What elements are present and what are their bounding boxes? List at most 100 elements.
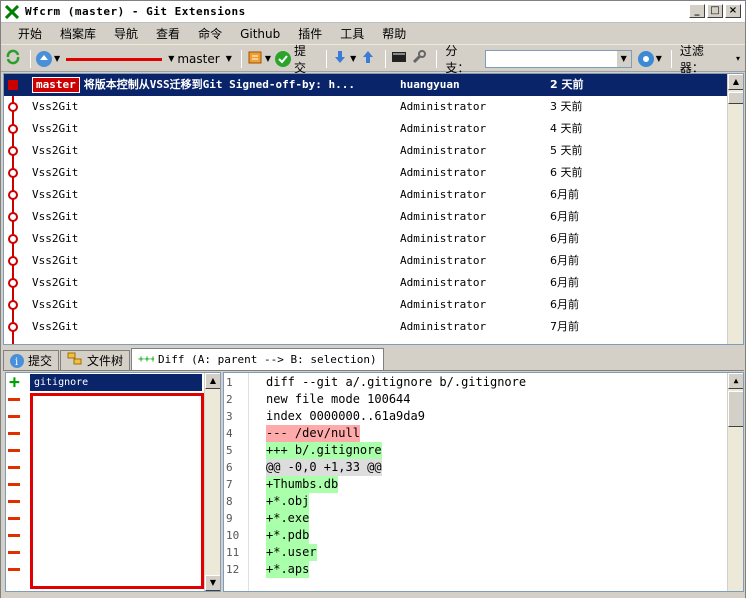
chevron-down-icon: ▼ [350, 54, 357, 63]
file-removed-icon [8, 449, 20, 452]
line-number: 8 [226, 495, 233, 508]
changed-files-list: + gitignore ▲ ▼ [5, 372, 221, 592]
line-number: 12 [226, 563, 240, 576]
push-button[interactable] [360, 48, 376, 70]
maximize-button[interactable]: □ [707, 4, 723, 18]
scroll-thumb[interactable] [728, 391, 743, 427]
commit-row[interactable]: Vss2Git Administrator 4 天前 [4, 118, 730, 140]
diff-line: 6 @@ -0,0 +1,33 @@ [224, 459, 727, 476]
tab-commit[interactable]: i 提交 [3, 350, 60, 370]
menu-start[interactable]: 开始 [9, 24, 51, 44]
commit-row[interactable]: Vss2Git Administrator 6月前 [4, 272, 730, 294]
commit-author: Administrator [400, 210, 487, 223]
file-removed-icon [8, 466, 20, 469]
git-extensions-logo-icon [4, 4, 20, 19]
commit-message-text: Vss2Git [32, 254, 79, 267]
commit-message: Vss2Git [32, 162, 78, 184]
commit-node [8, 124, 18, 134]
repo-switch-button[interactable]: ▼ [36, 48, 60, 70]
commit-message: Vss2Git [32, 294, 78, 316]
commit-message: Vss2Git [32, 184, 78, 206]
git-extensions-window: Wfcrm (master) - Git Extensions _ □ × 开始… [0, 0, 746, 598]
menu-bar: 开始 档案库 导航 查看 命令 Github 插件 工具 帮助 [1, 23, 745, 45]
commit-node [8, 168, 18, 178]
commit-message-text: Vss2Git [32, 298, 79, 311]
close-button[interactable]: × [725, 4, 741, 18]
commit-row[interactable]: Vss2Git Administrator 6月前 [4, 184, 730, 206]
window-title: Wfcrm (master) - Git Extensions [25, 5, 246, 18]
stash-button[interactable]: ▼ [247, 48, 271, 70]
commit-author: Administrator [400, 320, 487, 333]
toolbar-separator [385, 49, 387, 68]
file-tree-icon [67, 352, 83, 369]
tab-diff[interactable]: +++ Diff (A: parent --> B: selection) [131, 348, 384, 370]
commit-author: Administrator [400, 100, 487, 113]
scroll-up-button[interactable]: ▲ [728, 74, 743, 90]
info-icon: i [10, 353, 24, 368]
console-button[interactable] [391, 48, 407, 70]
detail-tabs: i 提交 文件树 +++ Diff (A: parent --> B: sele… [3, 348, 744, 371]
commit-node [8, 80, 18, 90]
menu-repository[interactable]: 档案库 [51, 24, 105, 44]
scroll-down-button[interactable]: ▼ [205, 575, 220, 591]
commit-author: Administrator [400, 166, 487, 179]
line-number: 3 [226, 410, 233, 423]
toolbar-separator [30, 49, 31, 68]
commit-grid-scrollbar[interactable]: ▲ [727, 74, 743, 344]
menu-plugins[interactable]: 插件 [289, 24, 331, 44]
commit-row[interactable]: Vss2Git Administrator 7月前 [4, 316, 730, 338]
file-row[interactable]: + gitignore [6, 374, 204, 392]
diff-line: 5 +++ b/.gitignore [224, 442, 727, 459]
branch-tag[interactable]: master [32, 77, 80, 93]
menu-view[interactable]: 查看 [147, 24, 189, 44]
file-list-scrollbar[interactable]: ▲ ▼ [204, 373, 220, 591]
line-number: 11 [226, 546, 240, 559]
scroll-thumb[interactable] [728, 92, 743, 104]
commit-button[interactable]: 提交 [275, 44, 317, 75]
commit-row[interactable]: master 将版本控制从VSS迁移到Git Signed-off-by: h..… [4, 74, 730, 96]
menu-tools[interactable]: 工具 [331, 24, 373, 44]
commit-message-text: Vss2Git [32, 166, 79, 179]
commit-row[interactable]: Vss2Git Administrator 6月前 [4, 294, 730, 316]
pull-button[interactable]: ▼ [332, 48, 356, 70]
diff-scrollbar[interactable]: ▲ [727, 373, 743, 591]
toolbar-overflow-button[interactable]: ▾ [730, 50, 745, 68]
commit-message: Vss2Git [32, 250, 78, 272]
menu-commands[interactable]: 命令 [189, 24, 231, 44]
line-number: 2 [226, 393, 233, 406]
commit-message-text: Vss2Git [32, 100, 79, 113]
redaction-box [30, 393, 204, 589]
commit-row[interactable]: Vss2Git Administrator 3 天前 [4, 96, 730, 118]
scroll-up-button[interactable]: ▲ [205, 373, 220, 389]
toolbar-separator [326, 49, 328, 68]
commit-date: 6 天前 [550, 166, 583, 179]
commit-row[interactable]: Vss2Git Administrator 5 天前 [4, 140, 730, 162]
menu-navigate[interactable]: 导航 [105, 24, 147, 44]
commit-row[interactable]: Vss2Git Administrator 6 天前 [4, 162, 730, 184]
refresh-button[interactable] [5, 48, 21, 70]
repo-path-redacted [64, 48, 163, 70]
commit-node [8, 212, 18, 222]
file-removed-icon [8, 483, 20, 486]
diff-line-text: +++ b/.gitignore [266, 442, 382, 459]
tab-file-tree[interactable]: 文件树 [60, 350, 131, 370]
filter-settings-button[interactable]: ▼ [637, 48, 662, 70]
branch-dropdown[interactable]: ▼ master ▼ [166, 48, 232, 70]
menu-help[interactable]: 帮助 [373, 24, 415, 44]
commit-date: 6月前 [550, 232, 579, 245]
commit-message: Vss2Git [32, 206, 78, 228]
menu-github[interactable]: Github [231, 24, 289, 44]
terminal-icon [391, 49, 407, 68]
chevron-down-icon: ▼ [655, 54, 662, 63]
commit-row[interactable]: Vss2Git Administrator 6月前 [4, 206, 730, 228]
settings-wrench-button[interactable] [411, 48, 427, 70]
commit-row[interactable]: Vss2Git Administrator 6月前 [4, 228, 730, 250]
commit-row[interactable]: Vss2Git Administrator 6月前 [4, 250, 730, 272]
commit-message-text: Vss2Git [32, 276, 79, 289]
scroll-up-button[interactable]: ▲ [728, 373, 743, 389]
minimize-button[interactable]: _ [689, 4, 705, 18]
commit-message-text: Vss2Git [32, 232, 79, 245]
branch-filter-combo[interactable]: ▼ [484, 49, 632, 68]
chevron-down-icon[interactable]: ▼ [616, 50, 631, 67]
title-bar: Wfcrm (master) - Git Extensions _ □ × [1, 1, 745, 23]
